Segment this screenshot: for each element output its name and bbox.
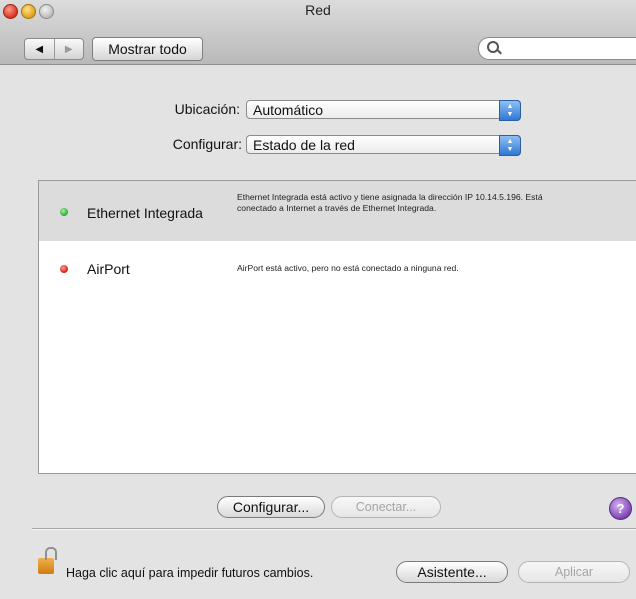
search-icon — [487, 41, 499, 53]
forward-icon[interactable]: ▶ — [53, 39, 84, 59]
window-titlebar: Red ◀ ▶ Mostrar todo — [0, 0, 636, 65]
service-row-ethernet[interactable]: Ethernet Integrada Ethernet Integrada es… — [39, 181, 636, 241]
configure-popup[interactable]: Estado de la red ▲ ▼ — [246, 135, 521, 156]
search-field[interactable] — [478, 37, 636, 60]
configure-button[interactable]: Configurar... — [217, 496, 325, 518]
help-icon[interactable]: ? — [609, 497, 632, 520]
window-title: Red — [305, 2, 331, 18]
network-status-list: Ethernet Integrada Ethernet Integrada es… — [38, 180, 636, 474]
service-name: Ethernet Integrada — [87, 205, 203, 221]
divider — [32, 528, 636, 530]
status-green-icon — [60, 208, 68, 216]
connect-button[interactable]: Conectar... — [331, 496, 441, 518]
service-description: AirPort está activo, pero no está conect… — [237, 263, 459, 273]
service-row-airport[interactable]: AirPort AirPort está activo, pero no est… — [39, 241, 636, 291]
configure-label: Configurar: — [172, 136, 242, 152]
popup-arrows-icon: ▲ ▼ — [499, 135, 521, 156]
lock-message: Haga clic aquí para impedir futuros camb… — [66, 566, 314, 580]
configure-value: Estado de la red — [253, 137, 355, 153]
status-red-icon — [60, 265, 68, 273]
assistant-button[interactable]: Asistente... — [396, 561, 508, 583]
service-description: Ethernet Integrada está activo y tiene a… — [237, 192, 543, 213]
show-all-button[interactable]: Mostrar todo — [92, 37, 203, 61]
back-forward-control: ◀ ▶ — [24, 38, 84, 60]
apply-button[interactable]: Aplicar — [518, 561, 630, 583]
back-icon[interactable]: ◀ — [25, 39, 54, 59]
location-label: Ubicación: — [174, 101, 240, 117]
service-name: AirPort — [87, 261, 130, 277]
location-popup[interactable]: Automático ▲ ▼ — [246, 100, 521, 121]
popup-arrows-icon: ▲ ▼ — [499, 100, 521, 121]
lock-icon[interactable] — [38, 547, 57, 574]
location-value: Automático — [253, 102, 324, 118]
